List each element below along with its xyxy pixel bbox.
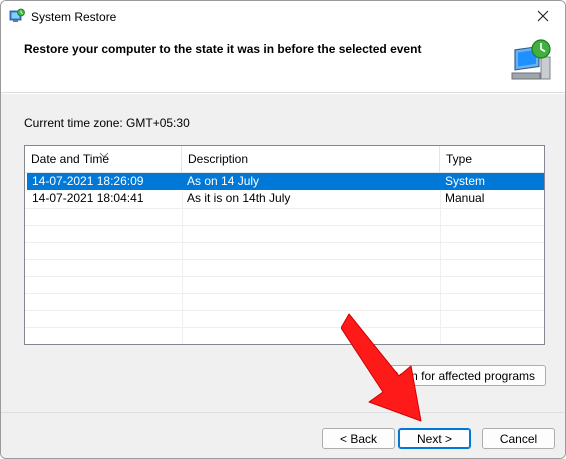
- list-rows: 14-07-2021 18:26:09 As on 14 July System…: [25, 173, 544, 207]
- cell-description: As it is on 14th July: [187, 191, 291, 205]
- table-row[interactable]: 14-07-2021 18:04:41 As it is on 14th Jul…: [27, 190, 544, 207]
- timezone-label: Current time zone: GMT+05:30: [24, 116, 190, 130]
- back-button[interactable]: < Back: [322, 428, 395, 449]
- cell-type: Manual: [445, 191, 485, 205]
- grid-line: [25, 327, 544, 328]
- cell-description: As on 14 July: [187, 174, 260, 188]
- table-row[interactable]: 14-07-2021 18:26:09 As on 14 July System: [27, 173, 544, 190]
- cell-type: System: [445, 174, 486, 188]
- grid-line: [25, 208, 544, 209]
- next-button[interactable]: Next >: [398, 428, 471, 449]
- column-type[interactable]: Type: [440, 146, 544, 173]
- header-band: Restore your computer to the state it wa…: [1, 33, 565, 93]
- grid-line: [25, 225, 544, 226]
- list-header: Date and Time Description Type: [25, 146, 544, 173]
- page-heading: Restore your computer to the state it wa…: [24, 42, 422, 56]
- scan-affected-programs-button[interactable]: Scan for affected programs: [386, 365, 546, 386]
- footer: < Back Next > Cancel: [1, 412, 565, 458]
- cell-date: 14-07-2021 18:26:09: [32, 174, 144, 188]
- close-icon: [537, 10, 549, 25]
- column-date-and-time[interactable]: Date and Time: [25, 146, 182, 173]
- cancel-button[interactable]: Cancel: [482, 428, 555, 449]
- content-area: Current time zone: GMT+05:30 Date and Ti…: [1, 94, 565, 412]
- system-restore-icon: [9, 8, 25, 24]
- grid-line: [25, 242, 544, 243]
- window-title: System Restore: [31, 10, 117, 24]
- cell-date: 14-07-2021 18:04:41: [32, 191, 144, 205]
- grid-line: [25, 310, 544, 311]
- computer-restore-icon: [507, 37, 555, 85]
- system-restore-window: System Restore Restore your computer to …: [0, 0, 566, 459]
- title-bar: System Restore: [1, 1, 565, 33]
- grid-line: [25, 276, 544, 277]
- grid-line: [25, 259, 544, 260]
- column-description[interactable]: Description: [182, 146, 440, 173]
- close-button[interactable]: [521, 1, 565, 33]
- grid-line: [25, 293, 544, 294]
- restore-points-list[interactable]: Date and Time Description Type 14-07-202…: [24, 145, 545, 345]
